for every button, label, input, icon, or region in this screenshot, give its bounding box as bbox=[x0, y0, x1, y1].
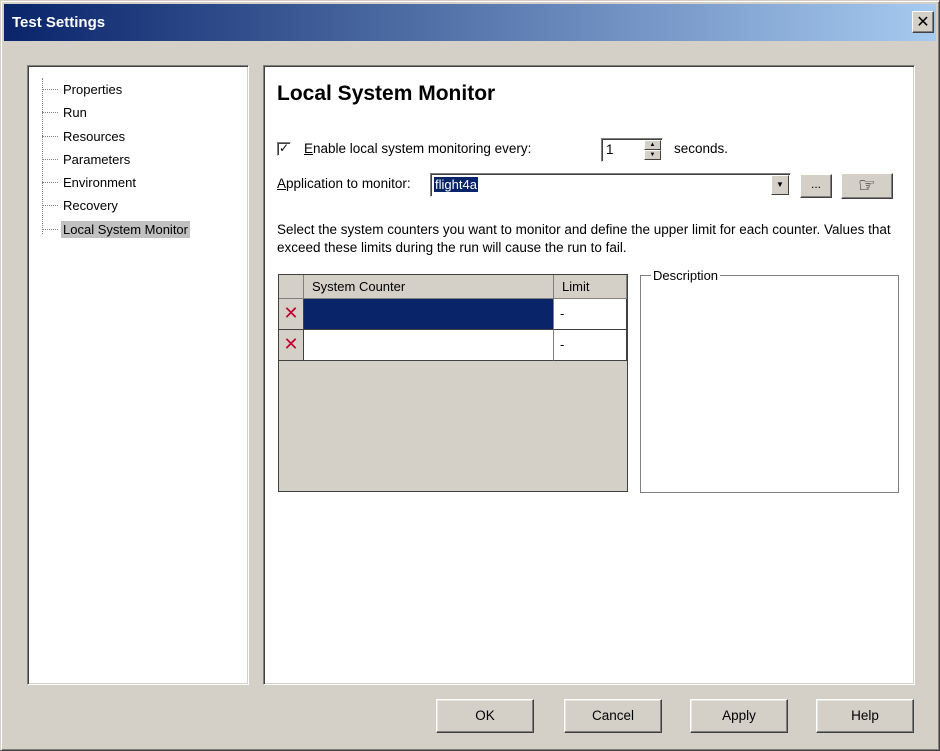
window-title: Test Settings bbox=[12, 14, 106, 31]
test-settings-window: Test Settings ✕ Properties Run Resources… bbox=[0, 0, 940, 751]
counter-cell[interactable] bbox=[304, 299, 554, 330]
mnemonic-letter: A bbox=[277, 176, 287, 191]
tree-item-label: Properties bbox=[63, 82, 123, 97]
table-row[interactable]: ✕ - bbox=[279, 299, 627, 330]
title-bar[interactable]: Test Settings ✕ bbox=[4, 4, 936, 41]
tree-item-recovery[interactable]: Recovery bbox=[42, 194, 248, 217]
settings-content-panel: Local System Monitor ✓ Enable local syst… bbox=[263, 65, 915, 685]
tree-item-local-system-monitor[interactable]: Local System Monitor bbox=[42, 218, 248, 241]
instructions-text: Select the system counters you want to m… bbox=[277, 222, 891, 255]
mnemonic-letter: E bbox=[304, 141, 314, 156]
apply-button[interactable]: Apply bbox=[690, 699, 788, 733]
tree-item-label: Parameters bbox=[63, 151, 131, 167]
close-button[interactable]: ✕ bbox=[912, 11, 934, 33]
application-combobox[interactable]: flight4a ▼ bbox=[430, 173, 791, 197]
application-value[interactable]: flight4a bbox=[434, 177, 478, 192]
dropdown-arrow-button[interactable]: ▼ bbox=[771, 175, 789, 195]
enable-monitoring-label[interactable]: Enable local system monitoring every: bbox=[304, 141, 531, 156]
tree-item-label: Resources bbox=[63, 128, 126, 144]
grid-header-corner bbox=[279, 275, 304, 299]
tree-item-label: Recovery bbox=[63, 198, 118, 214]
tree-item-label: Environment bbox=[63, 175, 136, 191]
panel-title: Local System Monitor bbox=[277, 82, 496, 105]
tree-item-run[interactable]: Run bbox=[42, 101, 248, 124]
pointing-hand-icon: ☞ bbox=[858, 173, 876, 197]
delete-row-button[interactable]: ✕ bbox=[279, 299, 304, 330]
help-button[interactable]: Help bbox=[816, 699, 914, 733]
interval-value: 1 bbox=[606, 142, 614, 157]
enable-monitoring-checkbox[interactable]: ✓ bbox=[277, 142, 291, 156]
checkmark-icon: ✓ bbox=[278, 141, 290, 155]
description-groupbox: Description bbox=[640, 268, 899, 493]
tree-item-label: Run bbox=[63, 105, 87, 121]
delete-row-button[interactable]: ✕ bbox=[279, 330, 304, 361]
tree-item-environment[interactable]: Environment bbox=[42, 171, 248, 194]
interval-spin-input[interactable]: 1 ▲ ▼ bbox=[601, 138, 663, 162]
tree-item-parameters[interactable]: Parameters bbox=[42, 148, 248, 171]
browse-button[interactable]: ... bbox=[800, 174, 832, 198]
limit-cell[interactable]: - bbox=[554, 299, 627, 330]
ok-button[interactable]: OK bbox=[436, 699, 534, 733]
tree-list: Properties Run Resources Parameters Envi… bbox=[28, 66, 248, 241]
spin-buttons: ▲ ▼ bbox=[644, 140, 661, 160]
tree-item-resources[interactable]: Resources bbox=[42, 125, 248, 148]
close-icon: ✕ bbox=[916, 12, 930, 31]
pointer-button[interactable]: ☞ bbox=[841, 173, 893, 199]
cancel-button[interactable]: Cancel bbox=[564, 699, 662, 733]
description-label: Description bbox=[651, 268, 721, 283]
label-text: nable local system monitoring every: bbox=[313, 141, 532, 156]
settings-tree: Properties Run Resources Parameters Envi… bbox=[27, 65, 249, 685]
label-text: pplication to monitor: bbox=[286, 176, 411, 191]
column-header-limit[interactable]: Limit bbox=[554, 275, 627, 299]
delete-icon: ✕ bbox=[283, 303, 299, 324]
delete-icon: ✕ bbox=[283, 334, 299, 355]
spin-down-button[interactable]: ▼ bbox=[644, 150, 661, 160]
grid-header-row: System Counter Limit bbox=[279, 275, 627, 299]
seconds-label: seconds. bbox=[674, 141, 729, 156]
column-header-system-counter[interactable]: System Counter bbox=[304, 275, 554, 299]
system-counter-grid[interactable]: System Counter Limit ✕ - ✕ - bbox=[278, 274, 628, 492]
limit-cell[interactable]: - bbox=[554, 330, 627, 361]
tree-item-label: Local System Monitor bbox=[61, 220, 190, 238]
spin-up-button[interactable]: ▲ bbox=[644, 140, 661, 150]
application-label: Application to monitor: bbox=[277, 176, 411, 191]
table-row[interactable]: ✕ - bbox=[279, 330, 627, 361]
counter-cell[interactable] bbox=[304, 330, 554, 361]
tree-item-properties[interactable]: Properties bbox=[42, 78, 248, 101]
